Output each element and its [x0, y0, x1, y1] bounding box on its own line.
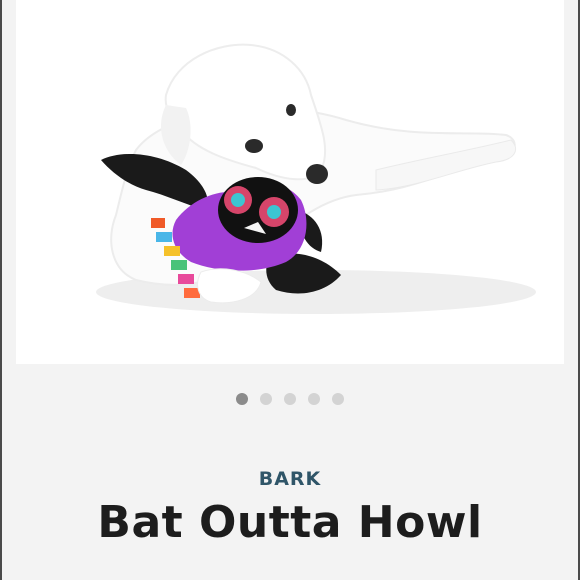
- gallery-dot-1[interactable]: [236, 393, 248, 405]
- gallery-pagination: [0, 393, 580, 407]
- brand-name: BARK: [258, 468, 322, 490]
- gallery-dot-5[interactable]: [332, 393, 344, 405]
- gallery-dot-2[interactable]: [260, 393, 272, 405]
- product-image[interactable]: [16, 0, 564, 364]
- gallery-dot-3[interactable]: [284, 393, 296, 405]
- left-border: [0, 0, 2, 580]
- product-title: Bat Outta Howl: [97, 497, 483, 548]
- dog-with-toy-illustration: [96, 43, 536, 314]
- product-card: BARK Bat Outta Howl: [0, 0, 580, 580]
- gallery-dot-4[interactable]: [308, 393, 320, 405]
